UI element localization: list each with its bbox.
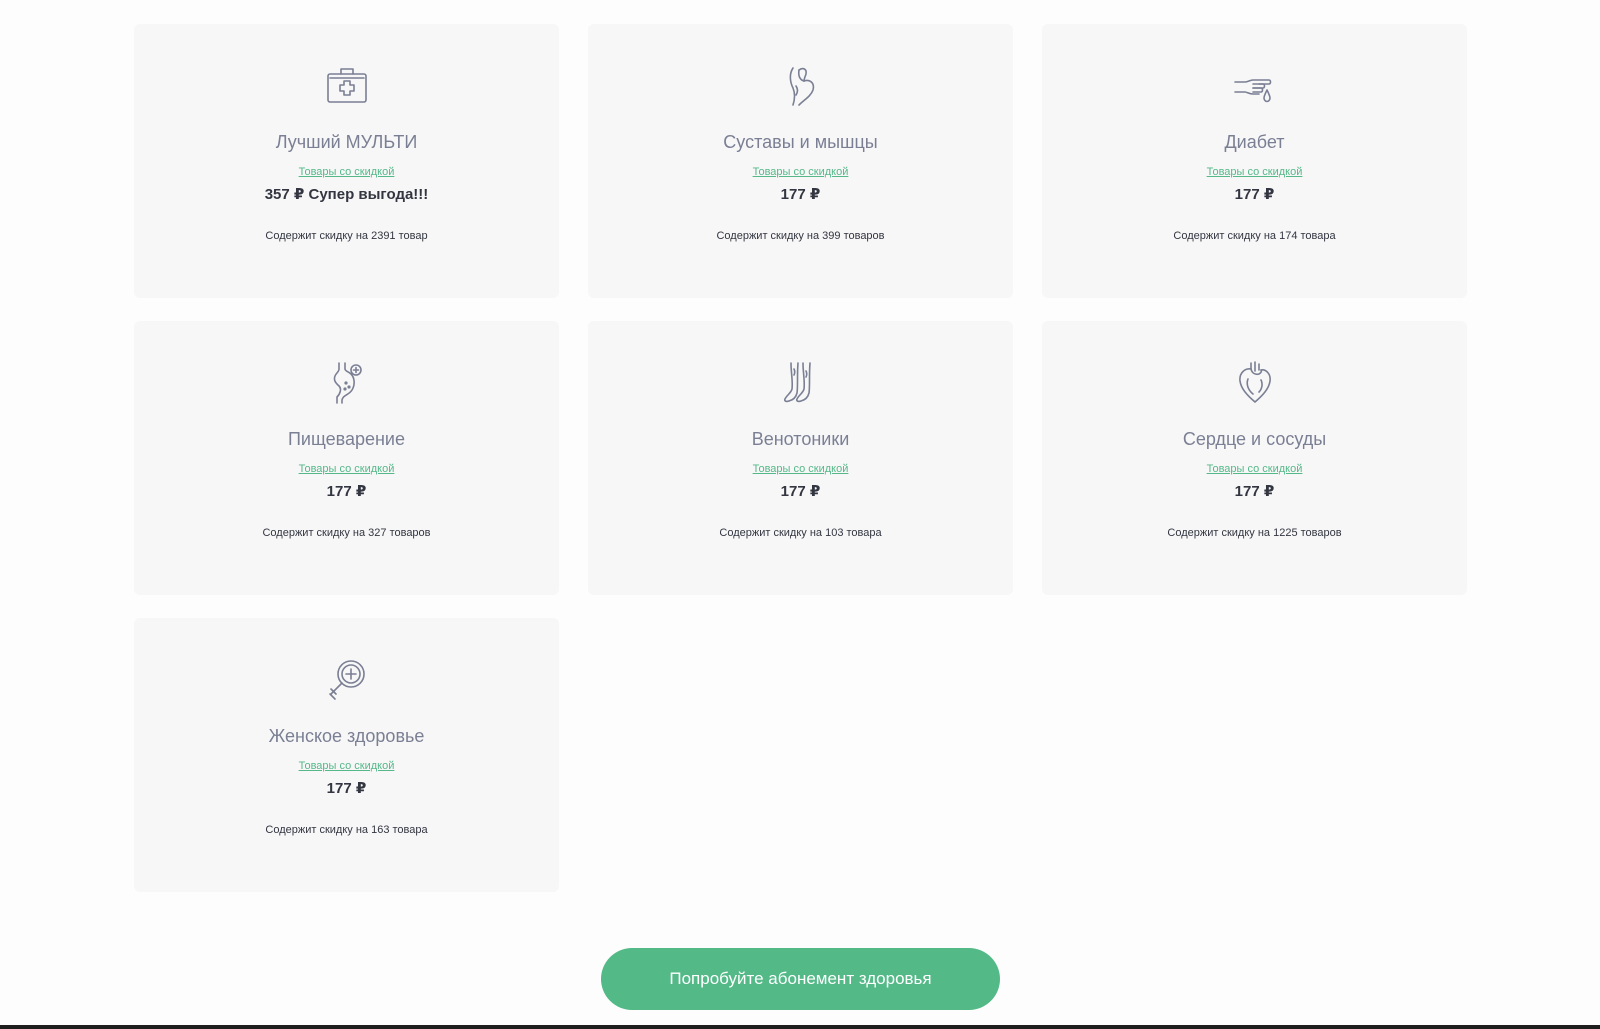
card-title: Суставы и мышцы xyxy=(723,132,878,152)
joint-icon xyxy=(777,62,825,110)
card-title: Диабет xyxy=(1224,132,1285,152)
card-title: Лучший МУЛЬТИ xyxy=(275,132,418,152)
discount-link[interactable]: Товары со скидкой xyxy=(753,463,849,475)
discount-link[interactable]: Товары со скидкой xyxy=(299,463,395,475)
card-price: 177 ₽ xyxy=(1234,186,1275,203)
category-card-multi[interactable]: Лучший МУЛЬТИ Товары со скидкой 357 ₽ Су… xyxy=(134,24,559,298)
category-card-heart[interactable]: Сердце и сосуды Товары со скидкой 177 ₽ … xyxy=(1042,321,1467,595)
page: Лучший МУЛЬТИ Товары со скидкой 357 ₽ Су… xyxy=(0,0,1600,1029)
card-discount-count: Содержит скидку на 103 товара xyxy=(719,527,882,539)
card-price: 177 ₽ xyxy=(780,186,821,203)
discount-link-wrapper: Товары со скидкой xyxy=(1042,165,1467,179)
card-title: Женское здоровье xyxy=(268,726,425,746)
first-aid-kit-icon xyxy=(323,62,371,110)
category-card-venotonics[interactable]: Венотоники Товары со скидкой 177 ₽ Содер… xyxy=(588,321,1013,595)
discount-link-wrapper: Товары со скидкой xyxy=(588,165,1013,179)
discount-link-wrapper: Товары со скидкой xyxy=(1042,462,1467,476)
card-discount-count: Содержит скидку на 174 товара xyxy=(1173,230,1336,242)
category-grid: Лучший МУЛЬТИ Товары со скидкой 357 ₽ Су… xyxy=(134,24,1468,892)
female-health-icon xyxy=(323,656,371,704)
card-title: Сердце и сосуды xyxy=(1182,429,1327,449)
discount-link-wrapper: Товары со скидкой xyxy=(134,462,559,476)
discount-link-wrapper: Товары со скидкой xyxy=(134,165,559,179)
discount-link[interactable]: Товары со скидкой xyxy=(1207,166,1303,178)
card-discount-count: Содержит скидку на 327 товаров xyxy=(262,527,431,539)
category-card-joints[interactable]: Суставы и мышцы Товары со скидкой 177 ₽ … xyxy=(588,24,1013,298)
card-discount-count: Содержит скидку на 399 товаров xyxy=(716,230,885,242)
try-health-subscription-button[interactable]: Попробуйте абонемент здоровья xyxy=(601,948,1000,1010)
card-discount-count: Содержит скидку на 1225 товаров xyxy=(1167,527,1342,539)
discount-link[interactable]: Товары со скидкой xyxy=(299,760,395,772)
finger-blood-drop-icon xyxy=(1231,62,1279,110)
discount-link[interactable]: Товары со скидкой xyxy=(299,166,395,178)
card-title: Пищеварение xyxy=(287,429,405,449)
category-card-diabetes[interactable]: Диабет Товары со скидкой 177 ₽ Содержит … xyxy=(1042,24,1467,298)
heart-icon xyxy=(1231,359,1279,407)
bottom-edge-bar xyxy=(0,1025,1600,1029)
card-discount-count: Содержит скидку на 163 товара xyxy=(265,824,428,836)
discount-link[interactable]: Товары со скидкой xyxy=(1207,463,1303,475)
card-price: 177 ₽ xyxy=(780,483,821,500)
discount-link-wrapper: Товары со скидкой xyxy=(134,759,559,773)
card-title: Венотоники xyxy=(751,429,850,449)
card-price: 177 ₽ xyxy=(326,780,367,797)
discount-link-wrapper: Товары со скидкой xyxy=(588,462,1013,476)
category-card-womens-health[interactable]: Женское здоровье Товары со скидкой 177 ₽… xyxy=(134,618,559,892)
discount-link[interactable]: Товары со скидкой xyxy=(753,166,849,178)
category-card-digestion[interactable]: Пищеварение Товары со скидкой 177 ₽ Соде… xyxy=(134,321,559,595)
card-price: 177 ₽ xyxy=(326,483,367,500)
legs-icon xyxy=(777,359,825,407)
card-discount-count: Содержит скидку на 2391 товар xyxy=(265,230,428,242)
card-price: 177 ₽ xyxy=(1234,483,1275,500)
card-price: 357 ₽ Супер выгода!!! xyxy=(264,186,429,203)
stomach-icon xyxy=(323,359,371,407)
